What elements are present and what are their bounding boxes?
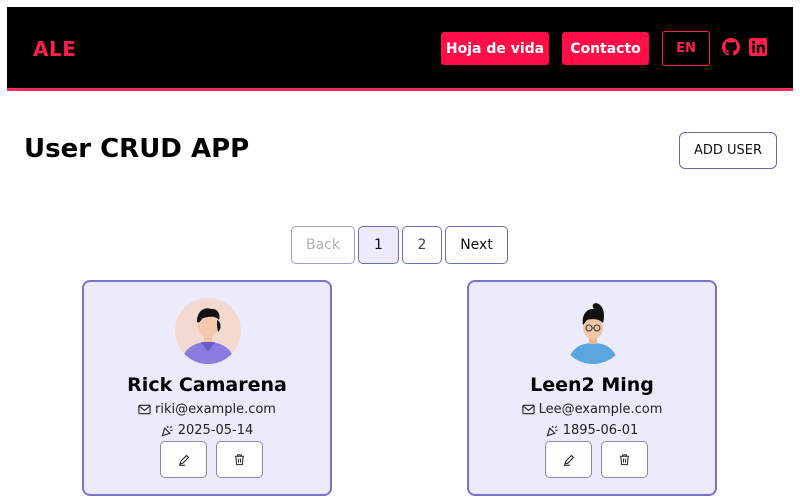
user-birthday-row: 1895-06-01	[469, 423, 715, 438]
pagination-page-2[interactable]: 2	[402, 226, 442, 264]
edit-icon	[563, 454, 574, 466]
pagination-back-button[interactable]: Back	[291, 226, 355, 264]
language-toggle-button[interactable]: EN	[662, 31, 710, 66]
brand-logo[interactable]: ALE	[33, 37, 76, 61]
user-birthday: 1895-06-01	[562, 423, 639, 438]
user-name: Rick Camarena	[127, 374, 287, 396]
edit-user-button[interactable]	[160, 441, 207, 478]
user-email-row: Lee@example.com	[469, 402, 715, 417]
delete-user-button[interactable]	[216, 441, 263, 478]
linkedin-icon[interactable]	[749, 38, 767, 56]
page-title: User CRUD APP	[24, 134, 250, 164]
contact-button[interactable]: Contacto	[562, 32, 649, 65]
add-user-button[interactable]: ADD USER	[679, 132, 777, 169]
user-card: Leen2 Ming Lee@example.com 1895-06-01	[467, 280, 717, 496]
mail-icon	[138, 404, 151, 415]
pagination-next-button[interactable]: Next	[445, 226, 508, 264]
top-navbar: ALE Hoja de vida Contacto EN	[7, 7, 793, 91]
edit-icon	[178, 454, 189, 466]
user-birthday-row: 2025-05-14	[84, 423, 330, 438]
user-email: Lee@example.com	[538, 402, 663, 417]
github-icon[interactable]	[722, 38, 740, 56]
user-name: Leen2 Ming	[530, 374, 654, 396]
trash-icon	[619, 454, 630, 466]
party-popper-icon	[161, 425, 173, 437]
party-popper-icon	[546, 425, 558, 437]
mail-icon	[521, 404, 535, 415]
pagination-page-1[interactable]: 1	[358, 226, 399, 264]
user-card: Rick Camarena riki@example.com 2025-05-1…	[82, 280, 332, 496]
trash-icon	[234, 454, 245, 466]
delete-user-button[interactable]	[601, 441, 648, 478]
resume-button[interactable]: Hoja de vida	[441, 32, 549, 65]
user-avatar	[175, 298, 241, 364]
user-email: riki@example.com	[155, 402, 276, 417]
user-avatar	[560, 298, 626, 364]
user-birthday: 2025-05-14	[177, 423, 254, 438]
edit-user-button[interactable]	[545, 441, 592, 478]
user-email-row: riki@example.com	[84, 402, 330, 417]
